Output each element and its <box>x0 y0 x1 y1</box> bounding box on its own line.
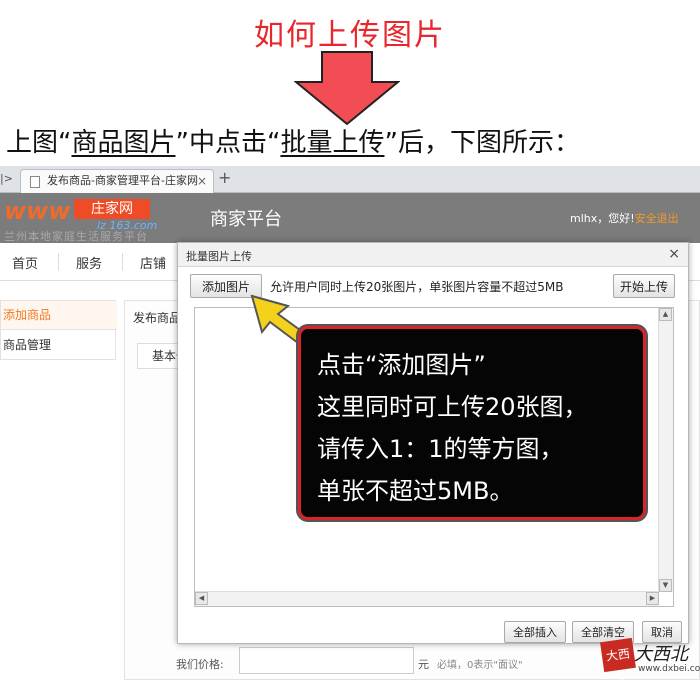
instruction-highlight-product-images: 商品图片 <box>71 128 176 158</box>
logo-tagline: 兰州本地家庭生活服务平台 <box>4 230 148 243</box>
close-icon[interactable]: × <box>668 246 680 262</box>
callout-line: 这里同时可上传20张图， <box>317 393 588 421</box>
instruction-text: ”后，下图所示： <box>384 128 580 158</box>
instruction-callout: 点击“添加图片” 这里同时可上传20张图， 请传入1：1的等方图， 单张不超过5… <box>298 326 646 520</box>
nav-item-service[interactable]: 服务 <box>76 253 102 272</box>
tab-scroll-icon[interactable]: |> <box>0 172 13 185</box>
instruction-highlight-batch-upload: 批量上传 <box>280 128 385 158</box>
platform-name: 商家平台 <box>210 209 282 230</box>
instruction-text: ”中点击“ <box>175 128 281 158</box>
horizontal-scrollbar[interactable]: ◀ ▶ <box>195 591 659 606</box>
tutorial-title: 如何上传图片 <box>254 18 446 53</box>
scroll-down-icon[interactable]: ▼ <box>659 579 672 592</box>
user-greeting: mlhx，您好!安全退出 <box>570 210 679 226</box>
sidebar-item-add-product[interactable]: 添加商品 <box>1 301 117 330</box>
instruction-text: 上图“ <box>6 128 72 158</box>
price-label: 我们价格: <box>176 658 224 671</box>
scroll-left-icon[interactable]: ◀ <box>195 592 208 605</box>
main-title: 发布商品 <box>133 311 182 325</box>
callout-line: 请传入1：1的等方图， <box>317 435 564 463</box>
nav-item-shop[interactable]: 店铺 <box>140 253 166 272</box>
dialog-titlebar: 批量图片上传 × <box>178 243 688 267</box>
browser-tab-bar: |> 发布商品-商家管理平台-庄家网 × + <box>0 166 700 193</box>
watermark-text: 大西北 <box>634 644 688 665</box>
browser-tab-title: 发布商品-商家管理平台-庄家网 <box>47 174 198 187</box>
nav-item-home[interactable]: 首页 <box>12 253 38 272</box>
nav-divider <box>58 253 59 271</box>
new-tab-button[interactable]: + <box>218 168 231 187</box>
vertical-scrollbar[interactable]: ▲ ▼ <box>658 308 673 592</box>
sidebar-item-product-management[interactable]: 商品管理 <box>1 331 117 360</box>
logo-www: www <box>4 197 71 225</box>
browser-tab[interactable]: 发布商品-商家管理平台-庄家网 × <box>20 169 214 193</box>
callout-line: 单张不超过5MB。 <box>317 477 514 505</box>
start-upload-button[interactable]: 开始上传 <box>613 274 675 298</box>
page-icon <box>30 176 40 188</box>
price-hint: 必填，0表示"面议" <box>437 660 523 671</box>
callout-line: 点击“添加图片” <box>317 351 486 379</box>
sidebar: 添加商品 商品管理 <box>0 300 117 360</box>
site-header: www 庄家网 lz 163.com 兰州本地家庭生活服务平台 商家平台 mlh… <box>0 193 700 243</box>
tutorial-instruction: 上图“商品图片”中点击“批量上传”后，下图所示： <box>6 122 580 159</box>
down-arrow-icon <box>294 51 400 126</box>
nav-divider <box>122 253 123 271</box>
price-unit: 元 <box>418 658 429 671</box>
scroll-up-icon[interactable]: ▲ <box>659 308 672 321</box>
tab-close-icon[interactable]: × <box>197 170 207 192</box>
scroll-right-icon[interactable]: ▶ <box>646 592 659 605</box>
logout-link[interactable]: 安全退出 <box>635 212 679 225</box>
user-greeting-text: mlhx，您好! <box>570 212 635 225</box>
watermark-url: www.dxbei.com <box>638 664 700 674</box>
dialog-title: 批量图片上传 <box>186 250 252 263</box>
watermark-seal: 大西北 <box>600 637 636 680</box>
insert-all-button[interactable]: 全部插入 <box>504 621 566 643</box>
logo-brand: 庄家网 <box>74 199 150 219</box>
price-input[interactable] <box>239 647 414 674</box>
